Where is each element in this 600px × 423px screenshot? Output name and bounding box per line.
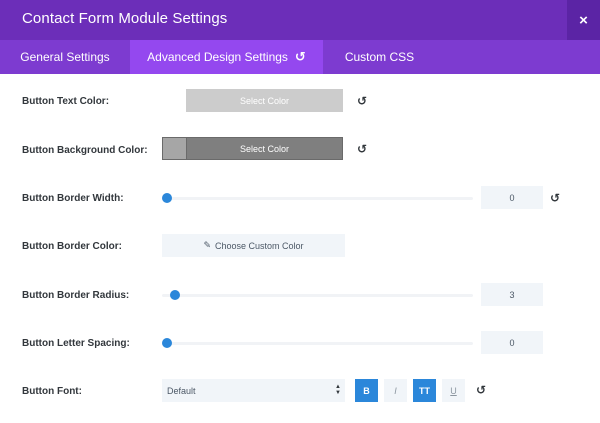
border-width-reset-icon[interactable]: ↺ <box>550 192 560 204</box>
font-reset-icon[interactable]: ↺ <box>476 384 486 396</box>
uppercase-toggle[interactable]: TT <box>413 379 436 402</box>
modal-title: Contact Form Module Settings <box>22 10 228 27</box>
pencil-icon: ✎ <box>203 240 211 250</box>
select-arrows-icon: ▲ ▼ <box>335 384 341 396</box>
choose-custom-color-label: Choose Custom Color <box>215 240 304 251</box>
border-radius-input[interactable]: 3 <box>481 283 543 306</box>
border-color-label: Button Border Color: <box>22 241 122 252</box>
text-color-label: Button Text Color: <box>22 96 110 107</box>
font-select[interactable]: Default ▲ ▼ <box>162 379 345 402</box>
tab-custom-css[interactable]: Custom CSS <box>323 40 436 74</box>
letter-spacing-slider[interactable] <box>162 342 473 345</box>
border-width-slider[interactable] <box>162 197 473 200</box>
border-width-value: 0 <box>509 192 515 203</box>
italic-icon: I <box>394 385 397 396</box>
border-width-input[interactable]: 0 <box>481 186 543 209</box>
text-color-reset-icon[interactable]: ↺ <box>357 95 367 107</box>
underline-toggle[interactable]: U <box>442 379 465 402</box>
modal-header: Contact Form Module Settings × <box>0 0 600 40</box>
bold-toggle[interactable]: B <box>355 379 378 402</box>
tab-label: General Settings <box>20 50 110 64</box>
bold-icon: B <box>363 385 370 396</box>
close-button[interactable]: × <box>567 0 600 40</box>
tab-advanced-design-settings[interactable]: Advanced Design Settings ↺ <box>130 40 323 74</box>
letter-spacing-label: Button Letter Spacing: <box>22 338 130 349</box>
text-color-select-button[interactable]: Select Color <box>186 89 343 112</box>
background-color-label: Button Background Color: <box>22 145 148 156</box>
letter-spacing-value: 0 <box>509 337 515 348</box>
border-radius-slider[interactable] <box>162 294 473 297</box>
underline-icon: U <box>450 385 457 396</box>
select-color-label: Select Color <box>239 95 290 106</box>
tab-label: Advanced Design Settings <box>147 50 288 64</box>
uppercase-icon: TT <box>419 385 430 396</box>
tab-general-settings[interactable]: General Settings <box>0 40 130 74</box>
background-color-swatch[interactable] <box>162 137 186 160</box>
font-label: Button Font: <box>22 386 82 397</box>
border-radius-value: 3 <box>509 289 515 300</box>
tab-label: Custom CSS <box>344 50 415 64</box>
choose-custom-color-button[interactable]: ✎ Choose Custom Color <box>162 234 345 257</box>
border-radius-slider-thumb[interactable] <box>170 290 180 300</box>
reset-icon[interactable]: ↺ <box>295 49 306 65</box>
border-width-label: Button Border Width: <box>22 193 124 204</box>
select-color-label: Select Color <box>239 143 290 154</box>
tab-bar: General Settings Advanced Design Setting… <box>0 40 600 74</box>
border-width-slider-thumb[interactable] <box>162 193 172 203</box>
italic-toggle[interactable]: I <box>384 379 407 402</box>
letter-spacing-input[interactable]: 0 <box>481 331 543 354</box>
font-select-value: Default <box>167 385 196 396</box>
letter-spacing-slider-thumb[interactable] <box>162 338 172 348</box>
close-icon: × <box>579 11 588 29</box>
background-color-reset-icon[interactable]: ↺ <box>357 143 367 155</box>
background-color-select-button[interactable]: Select Color <box>186 137 343 160</box>
border-radius-label: Button Border Radius: <box>22 290 130 301</box>
